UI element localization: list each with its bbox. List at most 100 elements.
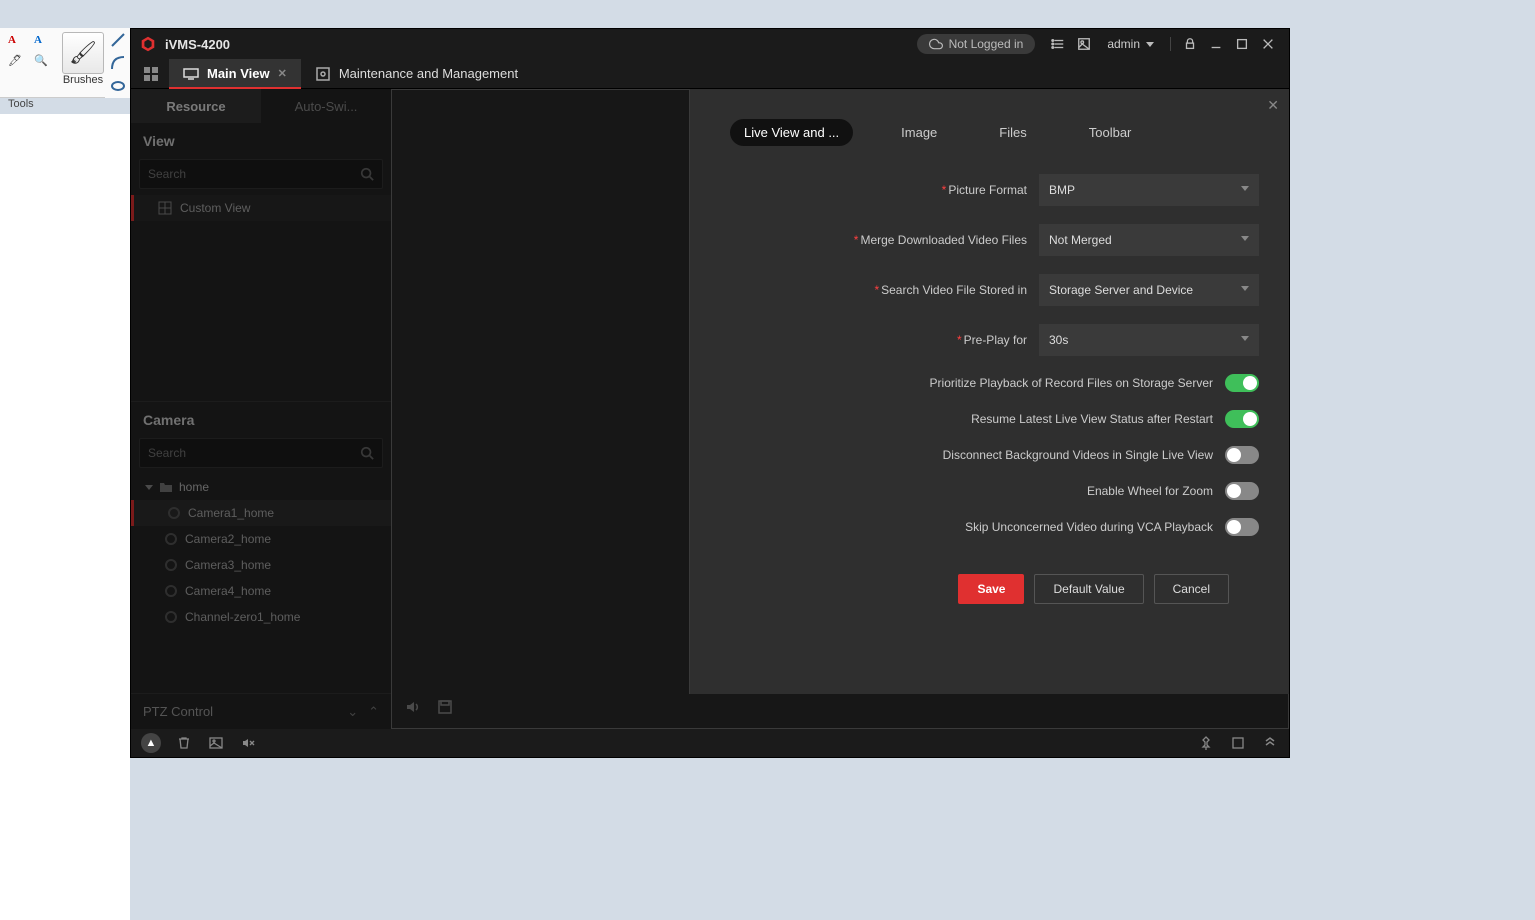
user-dropdown[interactable]: admin [1107,37,1154,51]
chevron-up-icon[interactable]: ⌃ [368,704,379,720]
login-status-text: Not Logged in [949,37,1024,51]
alert-icon[interactable]: ▲ [141,733,161,753]
restore-icon[interactable] [1229,734,1247,752]
settings-tab-files[interactable]: Files [985,119,1040,146]
chevron-down-icon [1241,236,1249,241]
preplay-label: *Pre-Play for [957,333,1027,347]
camera-search-input[interactable] [148,446,360,460]
camera-status-icon [168,507,180,519]
chevron-down-icon[interactable]: ⌄ [347,704,358,720]
view-section-header: View [131,123,391,159]
settings-tab-liveview[interactable]: Live View and ... [730,119,853,146]
ivms-window: iVMS-4200 Not Logged in admin Main View [130,28,1290,758]
preplay-select[interactable]: 30s [1039,324,1259,356]
chevron-down-icon [145,485,153,490]
camera-folder-home[interactable]: home [131,474,391,500]
camera-status-icon [165,611,177,623]
paint-canvas-strip [0,114,130,920]
curve-shape-icon[interactable] [110,55,126,71]
camera-status-icon [165,585,177,597]
wheel-zoom-label: Enable Wheel for Zoom [1087,484,1213,498]
lock-icon[interactable] [1177,31,1203,57]
sidebar-tab-autoswitch[interactable]: Auto-Swi... [261,89,391,123]
sidebar: Resource Auto-Swi... View Custom View Ca… [131,89,391,729]
volume-icon[interactable] [405,699,421,715]
ptz-control-header[interactable]: PTZ Control ⌄ ⌃ [131,693,391,729]
paint-shape-strip [105,28,130,98]
wheel-zoom-toggle[interactable] [1225,482,1259,500]
skip-vca-toggle[interactable] [1225,518,1259,536]
resume-toggle[interactable] [1225,410,1259,428]
chevron-down-icon [1241,336,1249,341]
trash-icon[interactable] [175,734,193,752]
camera-label: Camera2_home [185,532,271,546]
camera-item[interactable]: Camera4_home [131,578,391,604]
picture-icon[interactable] [1071,31,1097,57]
camera-item[interactable]: Camera3_home [131,552,391,578]
settings-tab-image[interactable]: Image [887,119,951,146]
magnifier-icon[interactable]: 🔍 [30,52,54,72]
monitor-icon [183,66,199,82]
camera-label: Camera1_home [188,506,274,520]
layout-icon [158,201,172,215]
tab-main-view[interactable]: Main View ✕ [169,59,301,89]
login-status-badge[interactable]: Not Logged in [917,34,1036,54]
sidebar-tab-resource[interactable]: Resource [131,89,261,123]
close-icon[interactable]: ✕ [1267,97,1279,114]
main-tabbar: Main View ✕ Maintenance and Management [131,59,1289,89]
text-tool-icon[interactable]: A [30,32,54,52]
home-grid-icon[interactable] [137,62,165,86]
color-picker-icon[interactable]: 🖊 [4,52,28,72]
collapse-up-icon[interactable] [1261,734,1279,752]
custom-view-item[interactable]: Custom View [131,195,391,221]
titlebar: iVMS-4200 Not Logged in admin [131,29,1289,59]
camera-item[interactable]: Camera2_home [131,526,391,552]
search-icon [360,167,374,181]
camera-item[interactable]: Camera1_home [131,500,391,526]
default-value-button[interactable]: Default Value [1034,574,1143,604]
camera-section-header: Camera [131,402,391,438]
image-icon[interactable] [207,734,225,752]
settings-panel: ✕ Live View and ... Image Files Toolbar … [689,89,1289,694]
user-name: admin [1107,37,1140,51]
camera-status-icon [165,533,177,545]
cancel-button[interactable]: Cancel [1154,574,1229,604]
folder-icon [159,481,173,493]
chevron-down-icon [1146,42,1154,47]
search-stored-select[interactable]: Storage Server and Device [1039,274,1259,306]
maximize-icon[interactable] [1229,31,1255,57]
oval-shape-icon[interactable] [110,78,126,94]
resume-label: Resume Latest Live View Status after Res… [971,412,1213,426]
text-tool-icon[interactable]: A [4,32,28,52]
app-title: iVMS-4200 [165,37,230,52]
picture-format-select[interactable]: BMP [1039,174,1259,206]
line-shape-icon[interactable] [110,32,126,48]
settings-page-icon [315,66,331,82]
disconnect-toggle[interactable] [1225,446,1259,464]
camera-search[interactable] [139,438,383,468]
tab-close-icon[interactable]: ✕ [278,67,287,80]
view-search[interactable] [139,159,383,189]
chevron-down-icon [1241,186,1249,191]
mute-icon[interactable] [239,734,257,752]
tab-label: Maintenance and Management [339,66,518,81]
prioritize-toggle[interactable] [1225,374,1259,392]
search-stored-label: *Search Video File Stored in [874,283,1027,297]
close-icon[interactable] [1255,31,1281,57]
minimize-icon[interactable] [1203,31,1229,57]
save-button[interactable]: Save [958,574,1024,604]
tab-maintenance[interactable]: Maintenance and Management [301,59,532,89]
save-clip-icon[interactable] [437,699,453,715]
ptz-label: PTZ Control [143,704,213,719]
tab-label: Main View [207,66,270,81]
brushes-button[interactable]: 🖌 [62,32,104,74]
brushes-label: Brushes [63,74,103,86]
pin-icon[interactable] [1197,734,1215,752]
settings-tab-toolbar[interactable]: Toolbar [1075,119,1146,146]
camera-item[interactable]: Channel-zero1_home [131,604,391,630]
view-search-input[interactable] [148,167,360,181]
merge-files-select[interactable]: Not Merged [1039,224,1259,256]
camera-label: Camera3_home [185,558,271,572]
list-icon[interactable] [1045,31,1071,57]
merge-files-label: *Merge Downloaded Video Files [854,233,1027,247]
